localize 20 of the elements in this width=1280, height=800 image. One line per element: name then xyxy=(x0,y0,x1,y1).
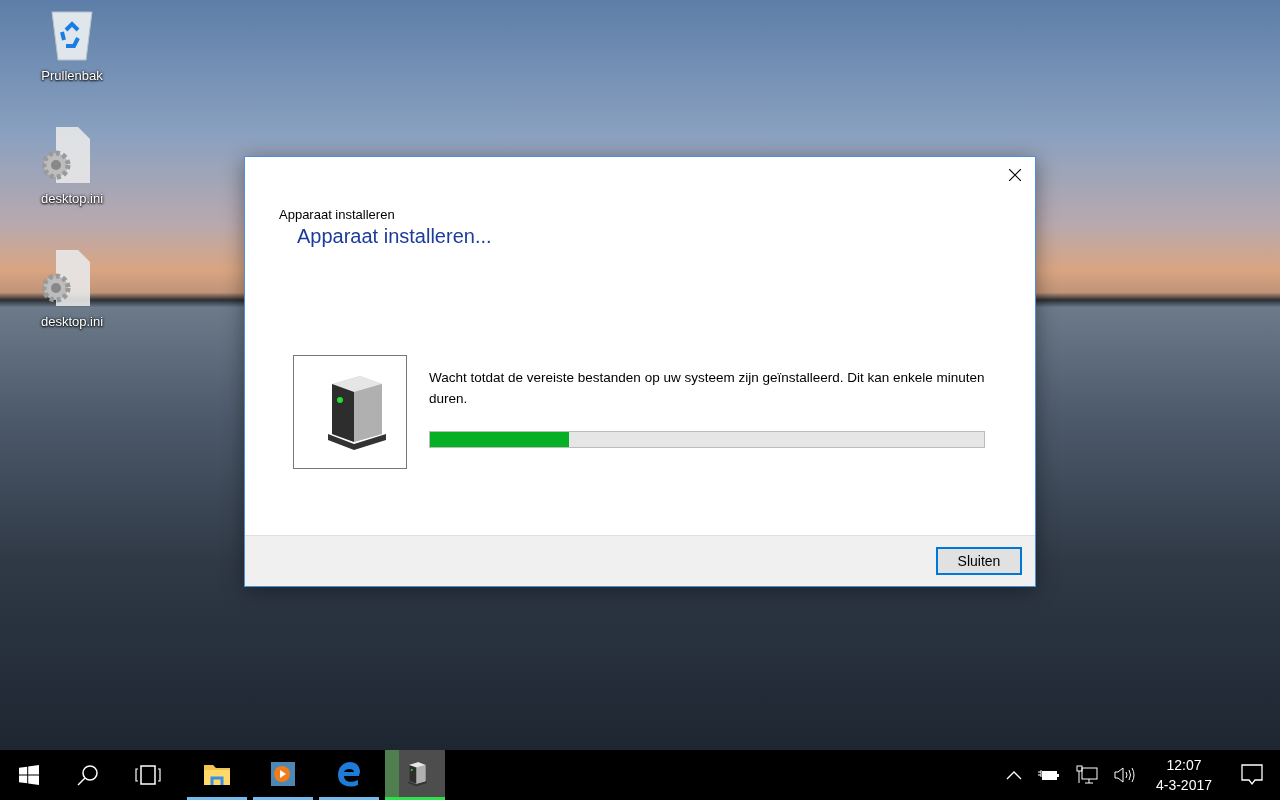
close-icon xyxy=(1009,169,1021,181)
close-dialog-button[interactable]: Sluiten xyxy=(936,547,1022,575)
windows-icon xyxy=(19,765,39,785)
clock-button[interactable]: 12:07 4-3-2017 xyxy=(1147,757,1220,793)
network-icon xyxy=(1075,765,1098,785)
task-view-icon xyxy=(135,765,161,785)
dialog-title: Apparaat installeren xyxy=(279,207,396,222)
dialog-heading: Apparaat installeren... xyxy=(297,225,492,248)
taskbar-app-button[interactable] xyxy=(385,750,445,800)
battery-icon xyxy=(1037,768,1060,782)
media-player-icon xyxy=(270,760,296,787)
speech-bubble-icon xyxy=(1241,764,1263,786)
recycle-bin-icon xyxy=(48,8,96,62)
desktop-icon-label[interactable]: desktop.ini xyxy=(40,314,104,329)
dialog-message: Wacht totdat de vereiste bestanden op uw systeem zijn geïnstalleerd. Dit kan enkele minuten duren. xyxy=(429,369,986,408)
browser-icon xyxy=(336,760,362,787)
desktop-icon-label[interactable]: Prullenbak xyxy=(41,68,103,83)
speaker-icon xyxy=(1113,766,1136,784)
chevron-up-icon xyxy=(1005,770,1022,780)
search-icon xyxy=(77,764,99,786)
